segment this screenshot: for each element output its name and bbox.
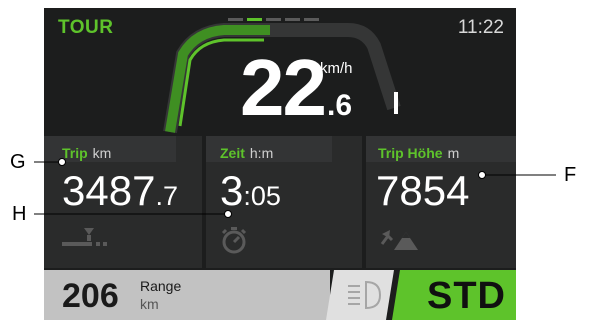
callout-h: H <box>12 203 27 225</box>
callout-leaders <box>34 158 556 218</box>
callout-g: G <box>10 151 26 173</box>
callout-f: F <box>564 164 577 186</box>
